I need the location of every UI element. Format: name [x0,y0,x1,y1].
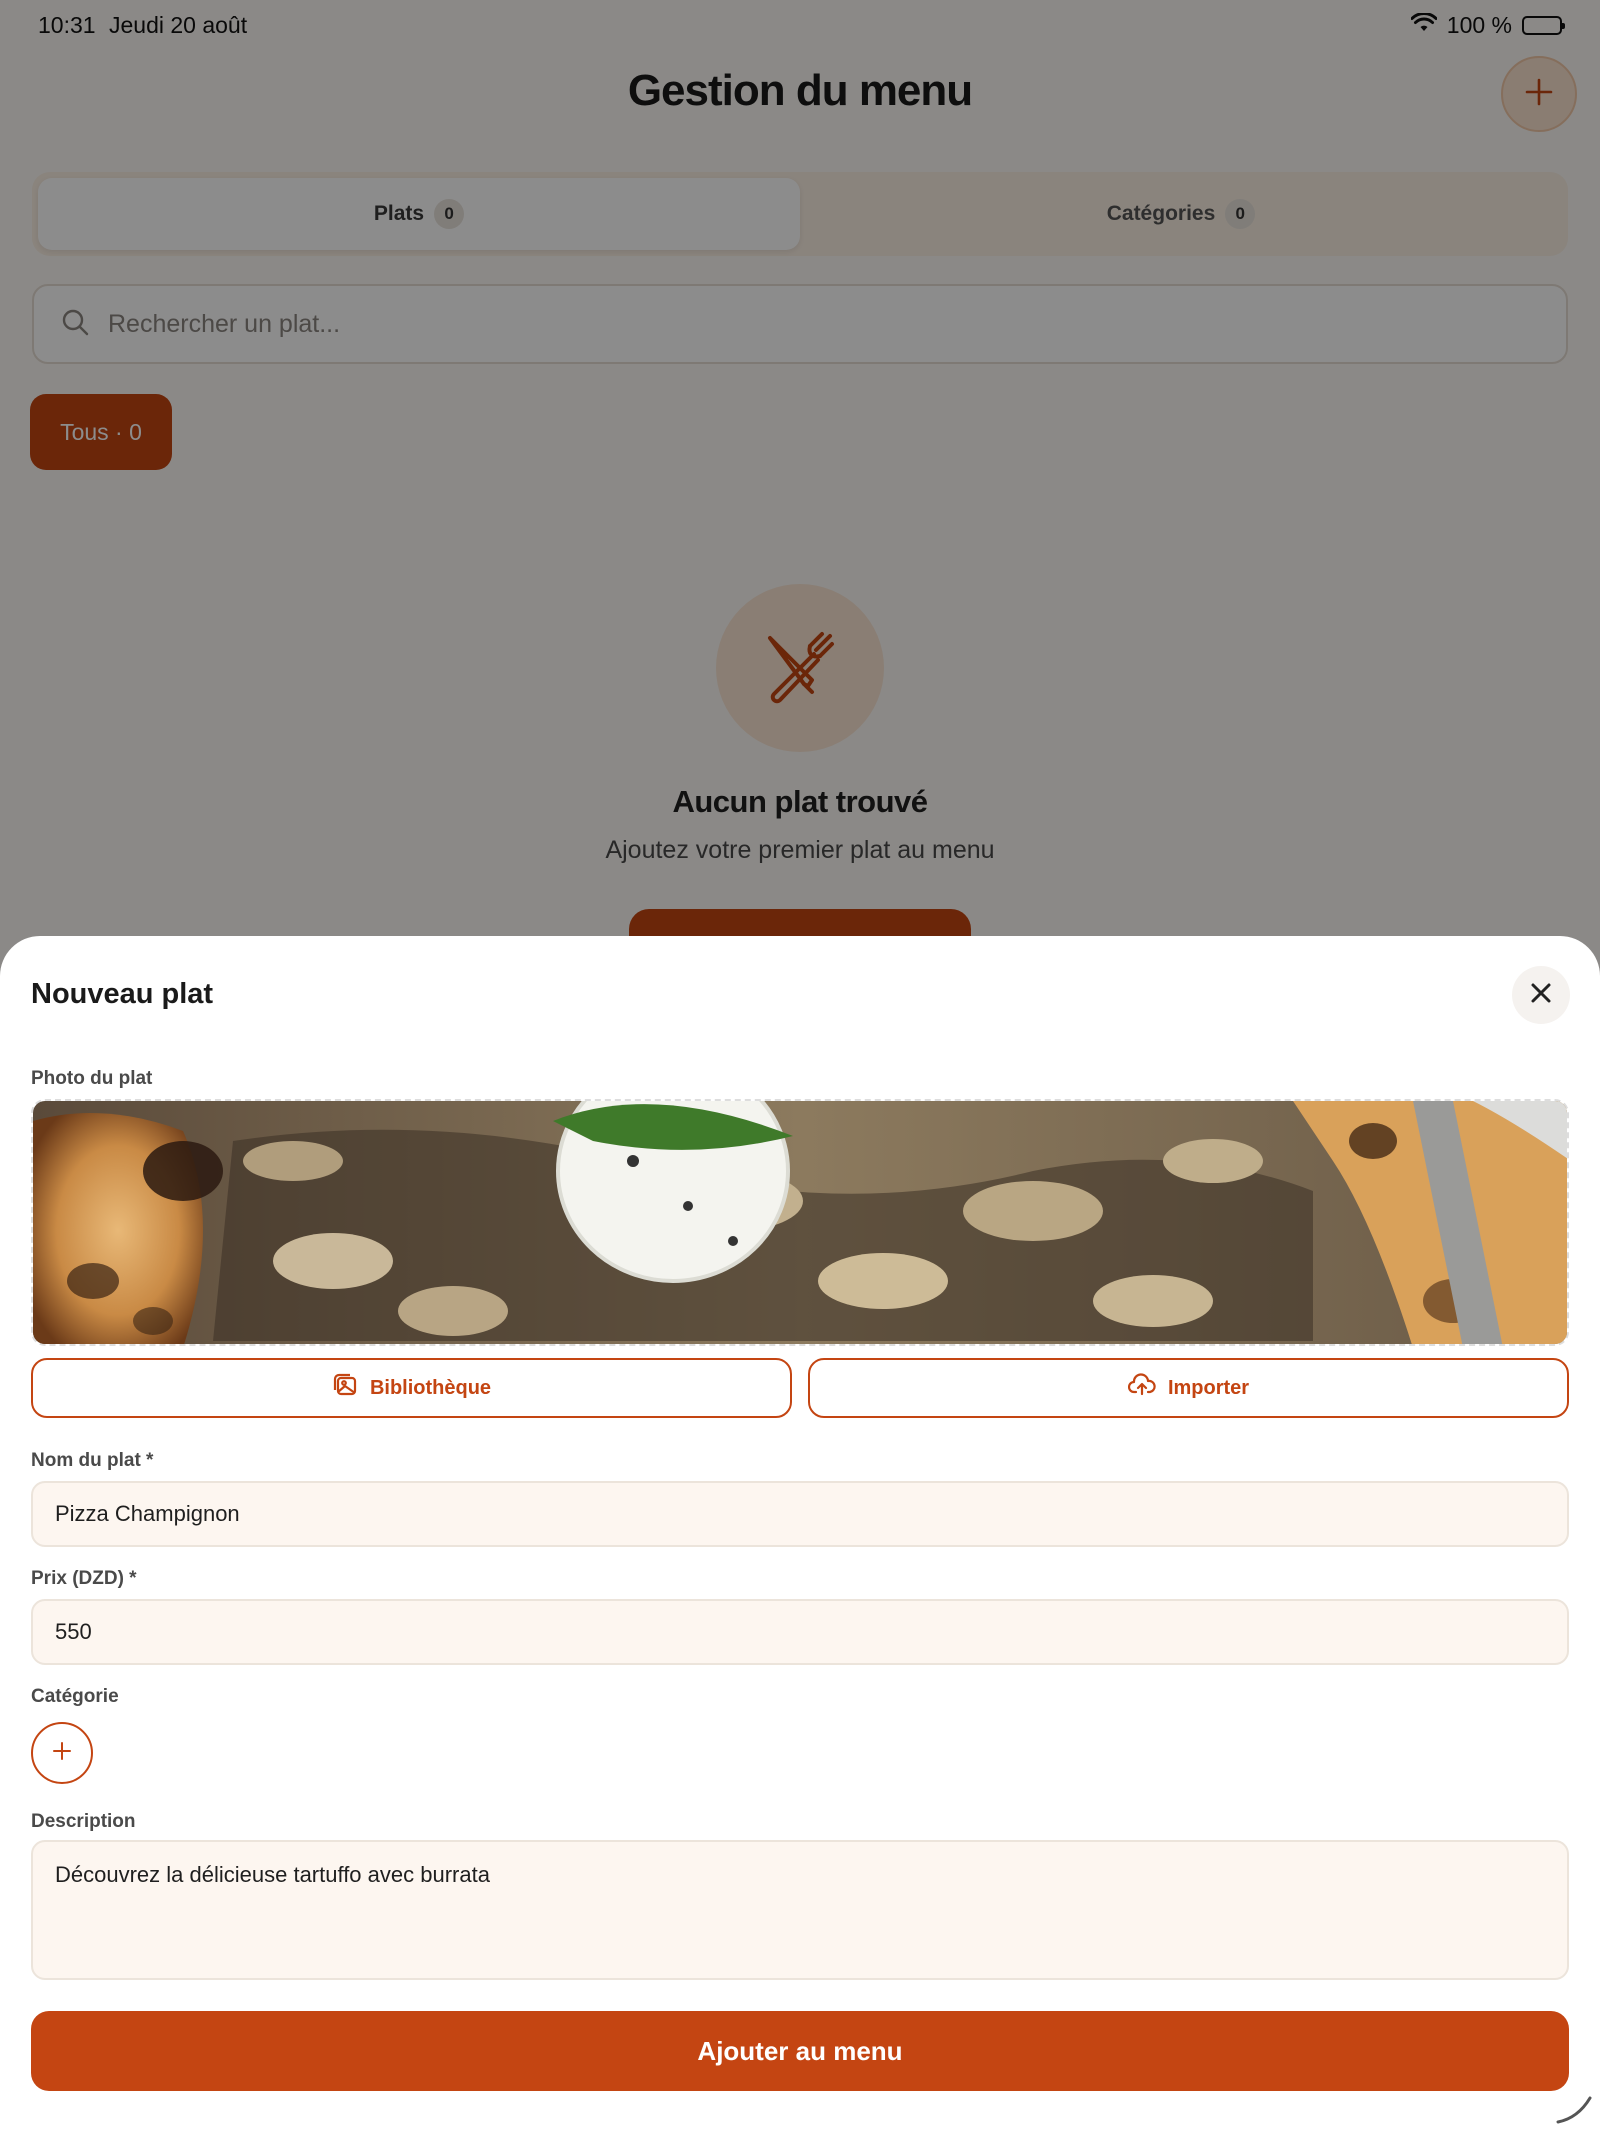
image-gallery-icon [332,1372,358,1404]
price-label: Prix (DZD) * [31,1568,137,1589]
close-button[interactable] [1512,966,1570,1024]
library-label: Bibliothèque [369,1376,492,1399]
cloud-upload-icon [1127,1373,1156,1403]
dish-name-field[interactable]: Pizza Champignon [31,1481,1569,1547]
price-field[interactable]: 550 [31,1599,1569,1665]
add-to-menu-button[interactable]: Ajouter au menu [31,2011,1569,2091]
pizza-photo[interactable] [31,1099,1569,1346]
name-label: Nom du plat * [31,1450,154,1471]
sheet-title: Nouveau plat [31,978,214,1010]
library-button[interactable]: Bibliothèque [31,1358,792,1418]
category-label: Catégorie [31,1686,119,1707]
description-label: Description [31,1811,136,1832]
add-category-button[interactable] [31,1722,93,1784]
photo-label: Photo du plat [31,1068,153,1089]
plus-icon [51,1740,73,1767]
resize-handle-icon[interactable] [1554,2086,1594,2126]
description-field[interactable]: Découvrez la délicieuse tartuffo avec bu… [31,1840,1569,1980]
new-dish-sheet: Nouveau plat Photo du plat Bibliothèque … [0,936,1600,2134]
import-button[interactable]: Importer [808,1358,1569,1418]
import-label: Importer [1167,1376,1250,1399]
close-icon [1528,980,1554,1011]
